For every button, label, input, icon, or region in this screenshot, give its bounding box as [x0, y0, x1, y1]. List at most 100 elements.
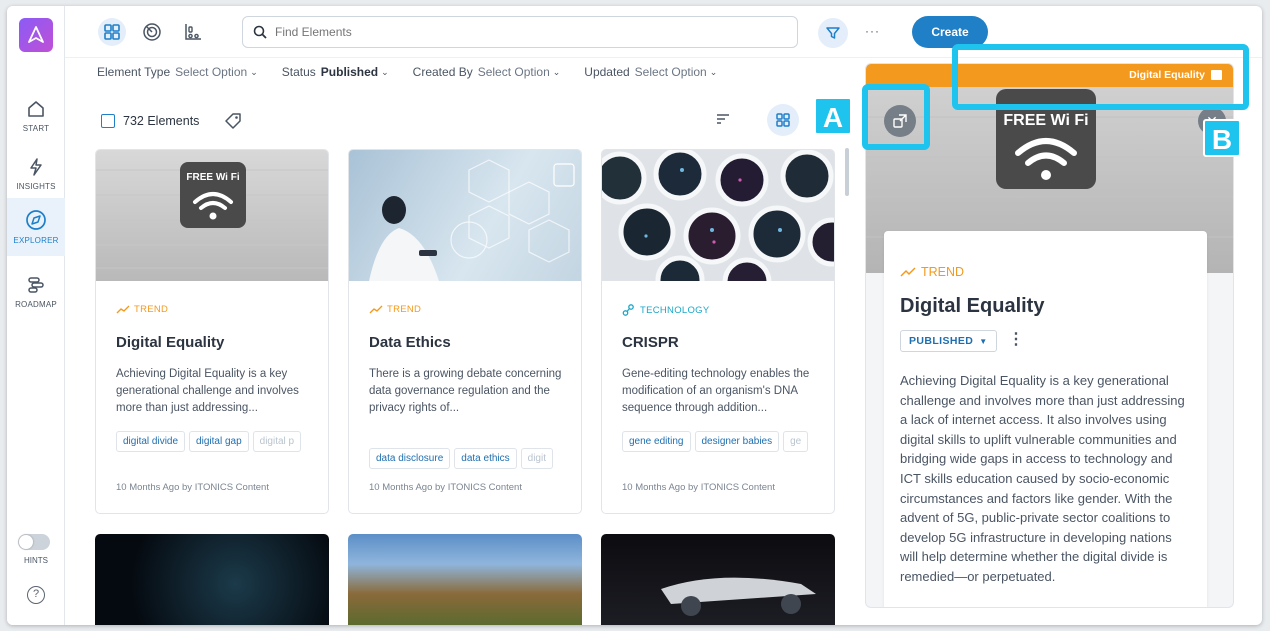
element-card[interactable] — [601, 534, 835, 625]
caret-down-icon: ▼ — [979, 336, 988, 346]
filter-created-by[interactable]: Created By Select Option ⌄ — [413, 65, 561, 79]
sidebar-item-label: START — [22, 124, 50, 133]
tag-chip[interactable]: data ethics — [454, 448, 517, 469]
card-tags: digital divide digital gap digital p — [116, 431, 316, 452]
sort-icon[interactable] — [715, 111, 731, 127]
radar-icon — [143, 23, 161, 41]
filter-element-type[interactable]: Element Type Select Option ⌄ — [97, 65, 258, 79]
card-type: TREND — [369, 304, 421, 315]
filter-updated[interactable]: Updated Select Option ⌄ — [584, 65, 717, 79]
radar-view-button[interactable] — [138, 18, 166, 46]
card-image: FREE Wi Fi — [96, 150, 328, 281]
sidebar-item-roadmap[interactable]: ROADMAP — [7, 264, 65, 320]
filter-value: Select Option — [477, 65, 550, 79]
detail-content-card: TREND Digital Equality PUBLISHED ▼ ⋮ Ach… — [884, 231, 1207, 607]
left-sidebar: START INSIGHTS EXPLORER ROADMAP HINTS ? — [7, 6, 65, 625]
tag-icon[interactable] — [223, 111, 243, 131]
sidebar-item-label: ROADMAP — [15, 300, 57, 309]
filter-label: Updated — [584, 65, 630, 79]
list-scrollbar[interactable] — [845, 148, 849, 196]
card-tags: data disclosure data ethics digit — [369, 448, 569, 469]
card-footer: 10 Months Ago by ITONICS Content — [369, 482, 522, 493]
element-card[interactable] — [95, 534, 329, 625]
tag-chip[interactable]: gene editing — [622, 431, 691, 452]
wifi-sign-image: FREE Wi Fi — [96, 162, 328, 269]
filter-status[interactable]: Status Published ⌄ — [282, 65, 389, 79]
element-card[interactable] — [348, 534, 582, 625]
wifi-sign-text: FREE Wi Fi — [1003, 112, 1088, 129]
element-card[interactable]: TECHNOLOGY CRISPR Gene-editing technolog… — [601, 149, 835, 514]
tag-chip[interactable]: digital divide — [116, 431, 186, 452]
card-description: Achieving Digital Equality is a key gene… — [116, 368, 299, 414]
tag-chip[interactable]: digit — [520, 448, 553, 469]
data-ethics-image — [369, 159, 575, 281]
toggle-knob — [19, 535, 33, 549]
element-card[interactable]: TREND Data Ethics There is a growing deb… — [348, 149, 582, 514]
search-box[interactable] — [242, 16, 798, 48]
card-image — [349, 150, 581, 281]
detail-type-label: TREND — [921, 265, 965, 279]
grid-view-button[interactable] — [98, 18, 126, 46]
status-value: PUBLISHED — [909, 335, 974, 347]
sidebar-item-start[interactable]: START — [7, 88, 65, 144]
filter-value: Published — [320, 65, 379, 79]
status-dropdown[interactable]: PUBLISHED ▼ — [900, 330, 997, 352]
callout-label-b: B — [1203, 119, 1241, 157]
search-input[interactable] — [275, 25, 755, 39]
element-count: 732 Elements — [123, 114, 200, 128]
callout-box-a — [862, 84, 930, 150]
element-count-row: 732 Elements — [101, 111, 243, 131]
portfolio-icon — [185, 24, 201, 40]
detail-title: Digital Equality — [900, 295, 1045, 317]
tag-chip[interactable]: ge — [783, 431, 809, 452]
filter-bar: Element Type Select Option ⌄ Status Publ… — [97, 65, 741, 79]
card-tags: gene editing designer babies ge — [622, 431, 822, 452]
select-all-checkbox[interactable] — [101, 114, 115, 128]
filter-value: Select Option — [175, 65, 248, 79]
card-title: CRISPR — [622, 334, 679, 351]
card-image — [602, 150, 834, 281]
filter-button[interactable] — [818, 18, 848, 48]
technology-icon — [622, 304, 634, 316]
detail-description: Achieving Digital Equality is a key gene… — [900, 373, 1185, 584]
logo-icon — [28, 26, 44, 43]
petri-dish-image — [602, 150, 834, 281]
campus-image — [348, 534, 582, 625]
card-title: Data Ethics — [369, 334, 451, 351]
callout-box-b — [952, 44, 1249, 110]
card-type-label: TREND — [387, 304, 422, 315]
card-view-toggle[interactable] — [767, 104, 799, 136]
chevron-down-icon: ⌄ — [709, 66, 718, 77]
card-description: Gene-editing technology enables the modi… — [622, 368, 810, 414]
roadmap-icon — [28, 277, 44, 293]
search-icon — [253, 25, 267, 39]
chevron-down-icon: ⌄ — [552, 66, 561, 77]
card-footer: 10 Months Ago by ITONICS Content — [116, 482, 269, 493]
tag-chip[interactable]: designer babies — [694, 431, 780, 452]
tag-chip[interactable]: digital p — [252, 431, 302, 452]
sidebar-item-label: EXPLORER — [13, 236, 59, 245]
chevron-down-icon: ⌄ — [381, 66, 389, 77]
card-title: Digital Equality — [116, 334, 225, 351]
chevron-down-icon: ⌄ — [250, 66, 258, 77]
more-options-button[interactable]: ··· — [865, 24, 880, 38]
help-icon[interactable]: ? — [27, 586, 45, 604]
hints-toggle[interactable] — [18, 534, 50, 550]
kebab-menu-icon[interactable]: ⋮ — [1008, 331, 1024, 349]
element-card[interactable]: FREE Wi Fi TREND Digital Equality Achiev… — [95, 149, 329, 514]
detail-type: TREND — [900, 265, 964, 279]
app-window: START INSIGHTS EXPLORER ROADMAP HINTS ? — [7, 6, 1262, 625]
sidebar-item-insights[interactable]: INSIGHTS — [7, 146, 65, 202]
sidebar-item-explorer[interactable]: EXPLORER — [7, 198, 65, 256]
portfolio-view-button[interactable] — [179, 18, 207, 46]
tag-chip[interactable]: digital gap — [189, 431, 249, 452]
wifi-sign-text: FREE Wi Fi — [186, 172, 239, 183]
callout-label-a: A — [814, 97, 852, 135]
filter-value: Select Option — [634, 65, 707, 79]
tag-chip[interactable]: data disclosure — [369, 448, 451, 469]
filter-label: Element Type — [97, 65, 171, 79]
card-type-label: TREND — [134, 304, 169, 315]
grid-icon — [104, 24, 120, 40]
filter-label: Created By — [412, 65, 473, 79]
app-logo[interactable] — [19, 18, 53, 52]
